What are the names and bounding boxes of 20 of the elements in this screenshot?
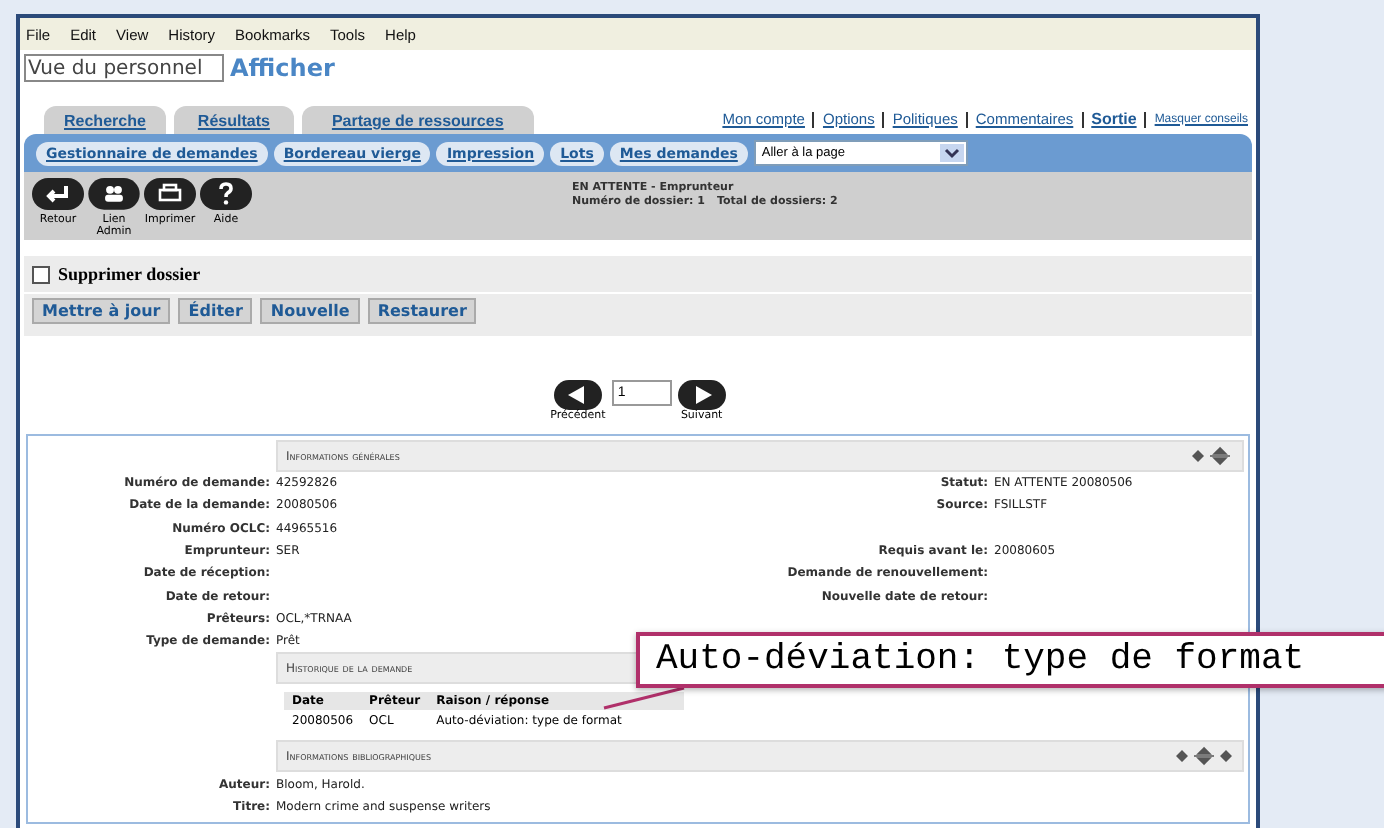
view-field[interactable]: Vue du personnel — [24, 54, 224, 82]
expand-collapse-icon[interactable] — [1174, 746, 1234, 767]
callout: Auto-déviation: type de format — [636, 632, 1384, 688]
view-title: Afficher — [230, 54, 335, 82]
caret-icon — [939, 144, 964, 162]
action-button[interactable]: Restaurer — [367, 298, 477, 324]
help-icon — [200, 178, 252, 210]
checkbox[interactable] — [32, 265, 50, 283]
people-icon — [88, 178, 140, 210]
tab[interactable]: Recherche — [44, 106, 166, 134]
checkbox-label: Supprimer dossier — [58, 264, 201, 284]
header-link[interactable]: Sortie — [1091, 110, 1137, 128]
tab[interactable]: Partage de ressources — [301, 106, 534, 134]
action-button[interactable]: Mettre à jour — [32, 298, 171, 324]
action-button[interactable]: Éditer — [178, 298, 253, 324]
printer-icon — [144, 178, 196, 210]
expand-collapse-icon[interactable] — [1190, 446, 1234, 466]
action-button[interactable]: Nouvelle — [260, 298, 360, 324]
leader-line — [600, 686, 688, 710]
tab[interactable]: Résultats — [173, 106, 294, 134]
